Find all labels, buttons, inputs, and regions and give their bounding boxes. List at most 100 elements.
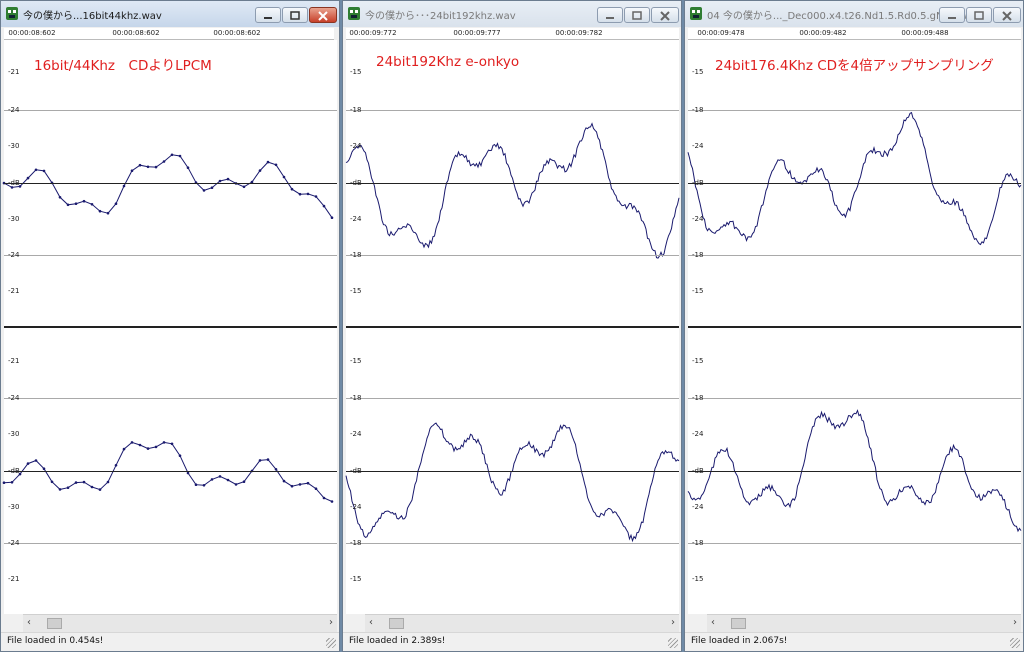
db-axis-label: -24: [350, 503, 362, 511]
sample-point: [122, 447, 126, 451]
close-button[interactable]: [993, 7, 1021, 23]
db-axis-label: -21: [8, 287, 20, 295]
db-axis-label: -18: [692, 251, 704, 259]
scroll-thumb[interactable]: [47, 618, 62, 629]
close-icon: [318, 11, 328, 21]
sample-point: [58, 488, 62, 491]
window-24bit192: 今の僕から･･･24bit192khz.wav 00:00:09:772 00:…: [342, 0, 682, 652]
sample-point: [218, 179, 222, 183]
zero-line: [688, 471, 1021, 472]
resize-grip-icon[interactable]: [326, 638, 336, 648]
db-axis-label: -15: [350, 68, 362, 76]
caption-label: 24bit192Khz e-onkyo: [376, 54, 520, 70]
sample-point: [34, 459, 38, 462]
ruler-tick: 00:00:09:482: [799, 29, 847, 37]
window-title: 今の僕から...16bit44khz.wav: [23, 11, 162, 22]
waveform-area[interactable]: 16bit/44Khz CDよりLPCM -21 -24 -30 -dB -30 -24 -…: [2, 40, 337, 614]
title-bar[interactable]: 04 今の僕から..._Dec000.x4.t26.Nd1.5.Rd0.5.gN…: [685, 1, 1023, 27]
sample-point: [162, 160, 166, 163]
sample-point: [266, 160, 270, 164]
sample-point: [178, 454, 182, 458]
sample-point: [66, 203, 70, 207]
maximize-button[interactable]: [966, 7, 992, 23]
ruler-tick: 00:00:09:772: [349, 29, 397, 37]
sample-point: [170, 153, 174, 157]
grid-line: [346, 255, 679, 256]
sample-point: [34, 168, 38, 172]
db-axis-label: -18: [692, 394, 704, 402]
maximize-icon: [632, 11, 642, 20]
resize-grip-icon[interactable]: [1010, 638, 1020, 648]
ruler-tick: 00:00:09:488: [901, 29, 949, 37]
minimize-button[interactable]: [597, 7, 623, 23]
window-16bit: 今の僕から...16bit44khz.wav 00:00:08:602 00:0…: [0, 0, 340, 652]
db-axis-label: -dB: [350, 179, 362, 187]
scroll-thumb[interactable]: [731, 618, 746, 629]
title-bar[interactable]: 今の僕から･･･24bit192khz.wav: [343, 1, 681, 27]
close-icon: [660, 11, 670, 21]
db-axis-label: -30: [8, 142, 20, 150]
time-ruler: 00:00:08:602 00:00:08:602 00:00:08:602: [4, 28, 334, 40]
resize-grip-icon[interactable]: [668, 638, 678, 648]
sample-point: [298, 483, 302, 486]
sample-point: [258, 459, 262, 462]
sample-point: [298, 192, 302, 196]
sample-point: [234, 483, 238, 486]
db-axis-label: -dB: [350, 467, 362, 475]
sample-point: [202, 484, 206, 487]
sample-point: [138, 163, 142, 167]
scroll-right-arrow[interactable]: ›: [329, 617, 333, 628]
sample-point: [146, 165, 150, 169]
time-ruler: 00:00:09:772 00:00:09:777 00:00:09:782: [346, 28, 679, 40]
db-axis-label: -15: [350, 357, 362, 365]
minimize-button[interactable]: [255, 7, 281, 23]
scroll-left-arrow[interactable]: ‹: [369, 617, 373, 628]
close-button[interactable]: [309, 7, 337, 23]
scroll-left-arrow[interactable]: ‹: [27, 617, 31, 628]
waveform-area[interactable]: 24bit192Khz e-onkyo -15 -18 -24 -dB -24 -18 -1…: [345, 40, 680, 614]
sample-point: [330, 500, 334, 503]
db-axis-label: -21: [8, 68, 20, 76]
sample-point: [154, 165, 158, 169]
status-text: File loaded in 0.454s!: [7, 636, 104, 646]
channel-separator: [346, 326, 679, 328]
db-axis-label: -24: [350, 215, 362, 223]
scroll-thumb[interactable]: [389, 618, 404, 629]
horizontal-scrollbar[interactable]: ‹ ›: [23, 614, 337, 632]
scroll-right-arrow[interactable]: ›: [671, 617, 675, 628]
grid-line: [346, 543, 679, 544]
sample-point: [274, 163, 278, 167]
sample-point: [226, 177, 230, 181]
sample-point: [10, 481, 14, 484]
sample-point: [210, 186, 214, 189]
db-axis-label: -18: [350, 539, 362, 547]
sample-point: [210, 478, 214, 481]
status-bar: File loaded in 2.067s!: [685, 632, 1023, 651]
db-axis-label: -30: [8, 215, 20, 223]
sample-point: [282, 175, 286, 179]
time-ruler: 00:00:09:478 00:00:09:482 00:00:09:488: [688, 28, 1021, 40]
maximize-button[interactable]: [282, 7, 308, 23]
sample-point: [82, 199, 86, 203]
close-button[interactable]: [651, 7, 679, 23]
zero-line: [346, 471, 679, 472]
scroll-left-arrow[interactable]: ‹: [711, 617, 715, 628]
sample-point: [42, 467, 46, 471]
ruler-tick: 00:00:09:782: [555, 29, 603, 37]
ruler-tick: 00:00:09:478: [697, 29, 745, 37]
title-bar[interactable]: 今の僕から...16bit44khz.wav: [1, 1, 339, 27]
waveform-area[interactable]: 24bit176.4Khz CDを4倍アップサンプリング -15 -18 -24 -d…: [687, 40, 1022, 614]
horizontal-scrollbar[interactable]: ‹ ›: [707, 614, 1021, 632]
monster-face-icon: [690, 7, 702, 20]
horizontal-scrollbar[interactable]: ‹ ›: [365, 614, 679, 632]
scroll-right-arrow[interactable]: ›: [1013, 617, 1017, 628]
sample-point: [50, 480, 54, 484]
grid-line: [688, 255, 1021, 256]
sample-point: [330, 216, 334, 219]
right-channel-waveform: [345, 422, 680, 543]
db-axis-label: -15: [350, 575, 362, 583]
maximize-button[interactable]: [624, 7, 650, 23]
grid-line: [4, 255, 337, 256]
db-axis-label: -24: [8, 251, 20, 259]
minimize-button[interactable]: [939, 7, 965, 23]
